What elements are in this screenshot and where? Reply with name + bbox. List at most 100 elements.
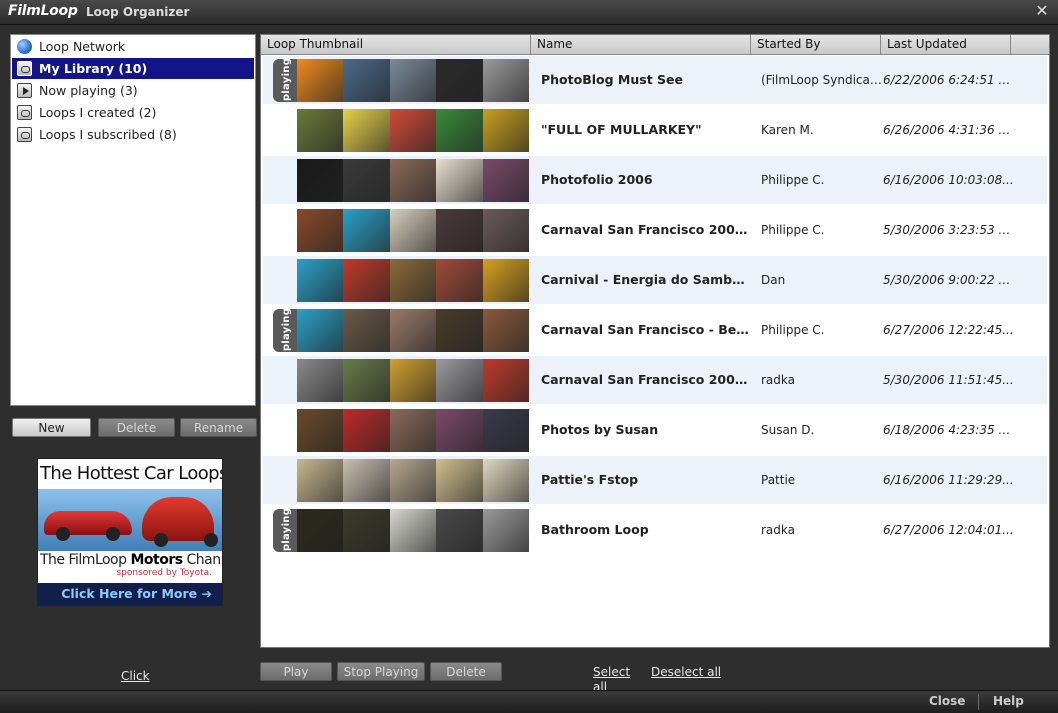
loop-name: Carnival - Energia do Samba m... bbox=[541, 272, 753, 287]
tree-item-0[interactable]: Loop Network bbox=[12, 36, 254, 57]
thumbnail-frame bbox=[297, 59, 344, 102]
thumbnail-frame bbox=[297, 259, 344, 302]
thumbnail-frame bbox=[436, 359, 483, 402]
loop-thumbnail[interactable] bbox=[297, 59, 529, 102]
thumbnail-frame bbox=[482, 409, 529, 452]
title-bar: FilmLoop Loop Organizer ✕ bbox=[0, 0, 1058, 25]
thumbnail-frame bbox=[389, 109, 437, 152]
table-row[interactable]: "FULL OF MULLARKEY" Karen M. 6/26/2006 4:3… bbox=[263, 106, 1047, 154]
table-row[interactable]: Photos by Susan Susan D. 6/18/2006 4:23:35… bbox=[263, 406, 1047, 454]
loop-thumbnail[interactable] bbox=[297, 109, 529, 152]
column-header-last-updated[interactable]: Last Updated bbox=[881, 35, 1011, 54]
thumbnail-frame bbox=[436, 109, 483, 152]
delete-button[interactable]: Delete bbox=[430, 662, 502, 681]
column-header-thumbnail[interactable]: Loop Thumbnail bbox=[261, 35, 531, 54]
thumbnail-frame bbox=[297, 309, 344, 352]
play-button[interactable]: Play bbox=[260, 662, 332, 681]
ad-cta-link[interactable]: Click Here for More ➔ bbox=[38, 583, 222, 605]
tree-item-3[interactable]: Loops I created (2) bbox=[12, 102, 254, 123]
ad-banner[interactable]: The Hottest Car Loops. The FilmLoop Moto… bbox=[37, 458, 223, 606]
tree-item-label: Loops I created (2) bbox=[39, 105, 157, 120]
tree-item-2[interactable]: Now playing (3) bbox=[12, 80, 254, 101]
deselect-all-link[interactable]: Deselect all bbox=[651, 665, 721, 679]
window-title: Loop Organizer bbox=[86, 5, 190, 19]
thumbnail-frame bbox=[482, 159, 529, 202]
thumbnail-frame bbox=[297, 159, 344, 202]
column-header-started-by[interactable]: Started By bbox=[751, 35, 881, 54]
thumbnail-frame bbox=[297, 459, 344, 502]
ad-sponsor-text: sponsored by Toyota. bbox=[116, 568, 212, 578]
close-window-icon[interactable]: ✕ bbox=[1034, 2, 1050, 20]
thumbnail-frame bbox=[297, 109, 344, 152]
loop-name: Carnaval San Francisco - Best ... bbox=[541, 322, 753, 337]
thumbnail-frame bbox=[343, 259, 390, 302]
new-button[interactable]: New bbox=[12, 418, 91, 437]
library-icon bbox=[17, 61, 32, 76]
thumbnail-frame bbox=[297, 509, 344, 552]
tree-item-label: Loops I subscribed (8) bbox=[39, 127, 177, 142]
status-separator bbox=[978, 694, 979, 710]
thumbnail-frame bbox=[297, 409, 344, 452]
loop-thumbnail[interactable] bbox=[297, 309, 529, 352]
loop-thumbnail[interactable] bbox=[297, 359, 529, 402]
library-tree: Loop Network My Library (10) Now playing (… bbox=[10, 34, 256, 406]
table-row[interactable]: playing PhotoBlog Must See (FilmLoop Syndi… bbox=[263, 56, 1047, 104]
table-row[interactable]: playing Bathroom Loop radka 6/27/2006 12:04… bbox=[263, 506, 1047, 554]
loop-name: Photofolio 2006 bbox=[541, 172, 653, 187]
thumbnail-frame bbox=[482, 509, 529, 552]
loop-name: "FULL OF MULLARKEY" bbox=[541, 122, 702, 137]
thumbnail-frame bbox=[389, 159, 437, 202]
stop-playing-button[interactable]: Stop Playing bbox=[337, 662, 425, 681]
table-row[interactable]: Carnaval San Francisco 2006 - ... radka 5/… bbox=[263, 356, 1047, 404]
thumbnail-frame bbox=[389, 359, 437, 402]
loop-thumbnail[interactable] bbox=[297, 459, 529, 502]
thumbnail-frame bbox=[389, 509, 437, 552]
loop-thumbnail[interactable] bbox=[297, 509, 529, 552]
tree-item-1[interactable]: My Library (10) bbox=[12, 58, 254, 79]
started-by: Philippe C. bbox=[761, 323, 825, 337]
last-updated: 5/30/2006 11:51:45... bbox=[883, 373, 1014, 387]
loop-name: Carnaval San Francisco 2006 - ... bbox=[541, 372, 753, 387]
last-updated: 5/30/2006 3:23:53 PM bbox=[883, 223, 1015, 237]
tree-item-label: My Library (10) bbox=[39, 61, 148, 76]
last-updated: 6/27/2006 12:22:45... bbox=[883, 323, 1014, 337]
last-updated: 6/27/2006 12:04:01... bbox=[883, 523, 1014, 537]
loop-name: Carnaval San Francisco 2006 - ... bbox=[541, 222, 753, 237]
loop-thumbnail[interactable] bbox=[297, 209, 529, 252]
loop-name: Bathroom Loop bbox=[541, 522, 649, 537]
thumbnail-frame bbox=[436, 459, 483, 502]
started-by: radka bbox=[761, 373, 795, 387]
loop-table: Loop Thumbnail Name Started By Last Upda… bbox=[260, 34, 1050, 648]
loop-thumbnail[interactable] bbox=[297, 159, 529, 202]
loop-thumbnail[interactable] bbox=[297, 259, 529, 302]
thumbnail-frame bbox=[343, 159, 390, 202]
loop-thumbnail[interactable] bbox=[297, 409, 529, 452]
click-link[interactable]: Click bbox=[121, 669, 150, 683]
loop-box-icon bbox=[17, 127, 32, 142]
table-row[interactable]: playing Carnaval San Francisco - Best ...… bbox=[263, 306, 1047, 354]
started-by: Susan D. bbox=[761, 423, 815, 437]
thumbnail-frame bbox=[343, 459, 390, 502]
table-row[interactable]: Pattie's Fstop Pattie 6/16/2006 11:29:29..… bbox=[263, 456, 1047, 504]
thumbnail-frame bbox=[389, 59, 437, 102]
help-button[interactable]: Help bbox=[993, 694, 1024, 708]
play-icon bbox=[17, 83, 32, 98]
loop-box-icon bbox=[17, 105, 32, 120]
table-row[interactable]: Carnaval San Francisco 2006 - ... Philipp… bbox=[263, 206, 1047, 254]
thumbnail-frame bbox=[343, 509, 390, 552]
thumbnail-frame bbox=[436, 259, 483, 302]
playing-label: playing bbox=[281, 307, 293, 352]
thumbnail-frame bbox=[389, 309, 437, 352]
thumbnail-frame bbox=[343, 209, 390, 252]
column-header-name[interactable]: Name bbox=[531, 35, 751, 54]
started-by: radka bbox=[761, 523, 795, 537]
last-updated: 6/18/2006 4:23:35 PM bbox=[883, 423, 1015, 437]
thumbnail-frame bbox=[436, 309, 483, 352]
delete-loop-button[interactable]: Delete bbox=[98, 418, 175, 437]
loop-name: Photos by Susan bbox=[541, 422, 659, 437]
table-row[interactable]: Carnival - Energia do Samba m... Dan 5/30/… bbox=[263, 256, 1047, 304]
tree-item-4[interactable]: Loops I subscribed (8) bbox=[12, 124, 254, 145]
rename-button[interactable]: Rename bbox=[180, 418, 257, 437]
table-row[interactable]: Photofolio 2006 Philippe C. 6/16/2006 10:0… bbox=[263, 156, 1047, 204]
close-button[interactable]: Close bbox=[929, 694, 965, 708]
